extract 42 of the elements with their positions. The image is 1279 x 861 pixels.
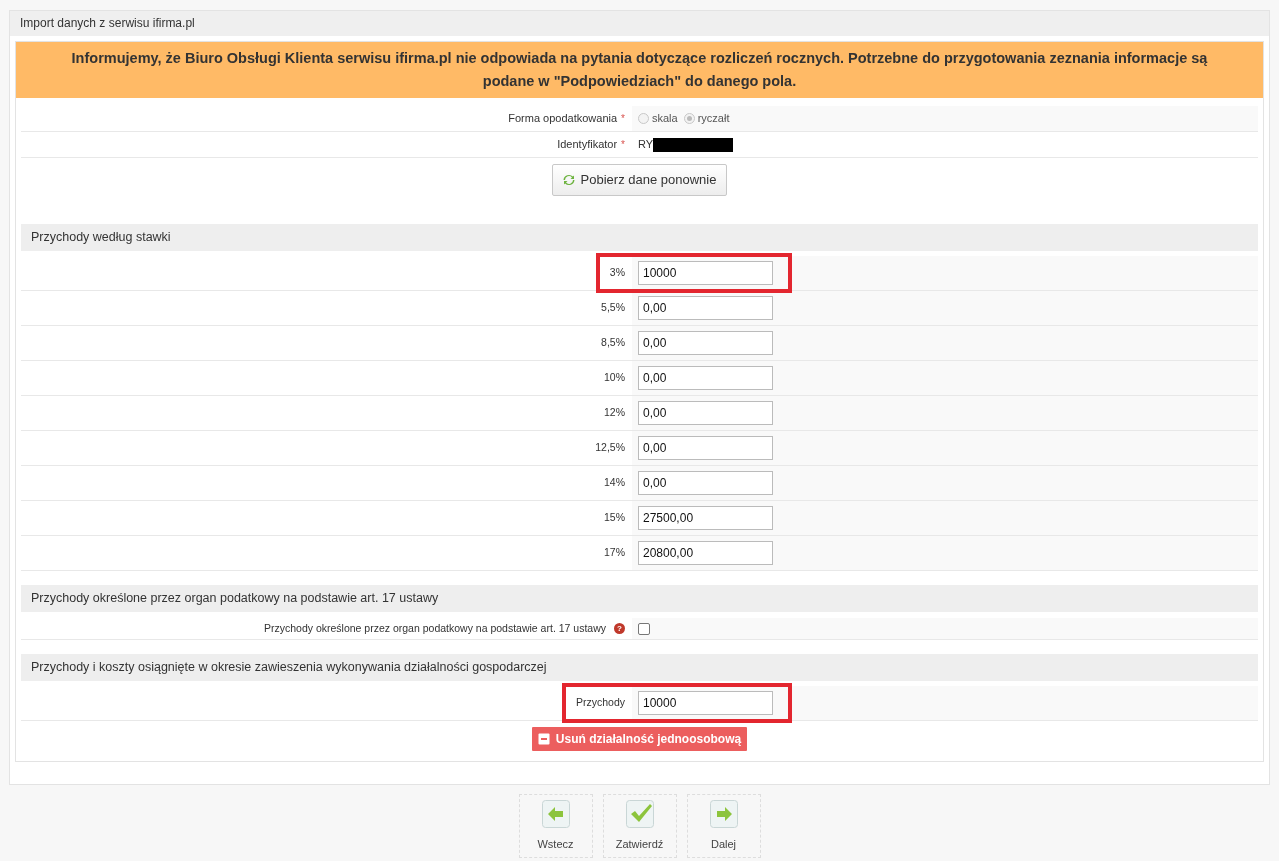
help-icon[interactable]: ? (614, 623, 625, 634)
text-input-field[interactable]: 0,00 (638, 436, 773, 460)
refresh-icon (562, 174, 575, 186)
section-header: Przychody określone przez organ podatkowy na podstawie art. 17 ustawy (21, 585, 1258, 612)
nav-button[interactable]: Zatwierdź (602, 794, 677, 858)
minus-icon (537, 733, 550, 745)
text-input-field[interactable]: 10000 (638, 691, 773, 715)
panel-title: Import danych z serwisu ifirma.pl (10, 11, 1269, 36)
text-input-field[interactable]: 27500,00 (638, 506, 773, 530)
field-label: Identyfikator (557, 137, 618, 153)
field-label: Przychody określone przez organ podatkowy na podstawie art. 17 ustawy (263, 620, 606, 636)
notice-banner: Informujemy, że Biuro Obsługi Klienta serwisu ifirma.pl nie odpowiada na pytania dotyczące rozliczeń rocznych. Potrzebne do przygotowania zeznania informacje są podane w "Podpowiedziach" do danego pola. (16, 42, 1263, 98)
text-input-field[interactable]: 0,00 (638, 331, 773, 355)
section-header: Przychody i koszty osiągnięte w okresie zawieszenia wykonywania działalności gospodarczej (21, 654, 1258, 681)
radio-label: ryczałt (697, 111, 730, 127)
field-label: 8,5% (601, 335, 625, 351)
field-label: 5,5% (601, 300, 625, 316)
radio-label: skala (652, 111, 678, 127)
required-mark: * (621, 112, 625, 126)
field-label: 12% (604, 405, 625, 421)
field-label: 17% (604, 545, 625, 561)
field-label: 15% (604, 510, 625, 526)
field-label: Przychody (575, 695, 625, 711)
text-input-field[interactable]: 0,00 (638, 366, 773, 390)
field-label: 3% (609, 265, 625, 281)
field-label: Forma opodatkowania (508, 111, 618, 127)
nav-button[interactable]: Wstecz (518, 794, 593, 858)
refresh-button[interactable]: Pobierz dane ponownie (551, 164, 728, 196)
text-input-field[interactable]: 0,00 (638, 296, 773, 320)
nav-button[interactable]: Dalej (686, 794, 761, 858)
section-header: Przychody według stawki (21, 224, 1258, 251)
checkbox[interactable] (638, 622, 650, 635)
text-input-field[interactable]: 0,00 (638, 471, 773, 495)
field-label: 10% (604, 370, 625, 386)
field-label: 14% (604, 475, 625, 491)
identifier-value: RY (638, 137, 654, 153)
text-input-field[interactable]: 10000 (638, 261, 773, 285)
required-mark: * (621, 138, 625, 152)
text-input-field[interactable]: 20800,00 (638, 541, 773, 565)
checkmark-icon (625, 799, 654, 828)
text-input-field[interactable]: 0,00 (638, 401, 773, 425)
field-label: 12,5% (595, 440, 625, 456)
